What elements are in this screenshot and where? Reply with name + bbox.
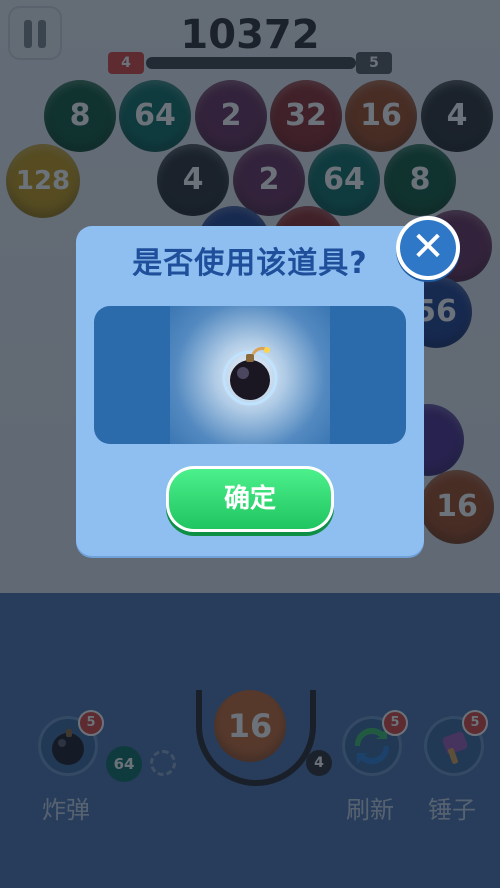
- use-item-dialog: 是否使用该道具? 确定: [76, 226, 424, 556]
- bomb-icon: [222, 346, 278, 406]
- close-button[interactable]: ✕: [396, 216, 460, 280]
- item-preview: [94, 306, 406, 444]
- close-icon: ✕: [411, 224, 445, 270]
- dialog-title: 是否使用该道具?: [132, 246, 368, 281]
- confirm-button[interactable]: 确定: [166, 466, 334, 532]
